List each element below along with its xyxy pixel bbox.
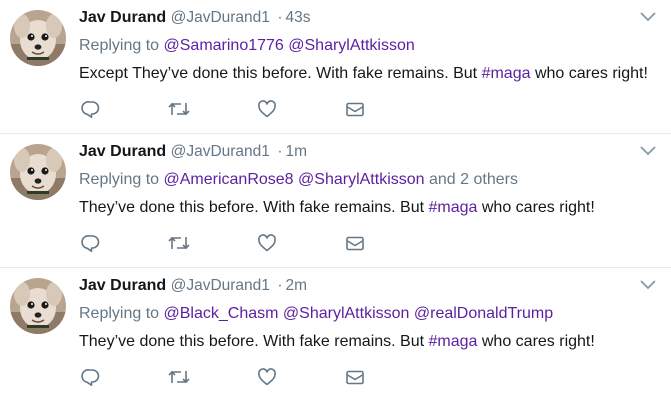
hashtag-link[interactable]: #maga xyxy=(429,333,478,350)
tweet[interactable]: Jav Durand @JavDurand1 · 43s Replying to … xyxy=(0,0,671,134)
retweet-button[interactable] xyxy=(167,97,191,121)
tweet-text-after: who cares right! xyxy=(477,333,595,350)
tweet-text: They’ve done this before. With fake rema… xyxy=(79,196,657,220)
separator: · xyxy=(277,143,283,160)
dog-avatar-icon xyxy=(10,10,66,66)
tweet-header: Jav Durand @JavDurand1 · 43s xyxy=(79,6,657,30)
mention-link[interactable]: @realDonaldTrump xyxy=(414,305,553,322)
hashtag-link[interactable]: #maga xyxy=(482,65,531,82)
like-button[interactable] xyxy=(255,231,279,255)
tweet-text: They’ve done this before. With fake rema… xyxy=(79,330,657,354)
reply-icon xyxy=(81,235,100,252)
heart-icon xyxy=(258,368,276,386)
reply-button[interactable] xyxy=(79,231,103,255)
tweet-actions xyxy=(79,97,399,121)
tweet-actions xyxy=(79,231,399,255)
replying-to: Replying to @AmericanRose8 @SharylAttkis… xyxy=(79,168,657,192)
mention-link[interactable]: @Samarino1776 xyxy=(164,37,284,54)
reply-icon xyxy=(81,369,100,386)
tweet-content: Jav Durand @JavDurand1 · 43s Replying to … xyxy=(79,6,657,118)
retweet-button[interactable] xyxy=(167,231,191,255)
timestamp[interactable]: 43s xyxy=(286,9,311,26)
timeline: Jav Durand @JavDurand1 · 43s Replying to … xyxy=(0,0,671,402)
mention-link[interactable]: @Black_Chasm xyxy=(164,305,279,322)
heart-icon xyxy=(258,100,276,118)
chevron-down-icon[interactable] xyxy=(639,144,657,158)
replying-label: Replying to xyxy=(79,37,160,54)
mention-link[interactable]: @SharylAttkisson xyxy=(298,171,425,188)
timestamp[interactable]: 1m xyxy=(286,143,308,160)
mention-link[interactable]: @SharylAttkisson xyxy=(288,37,415,54)
replying-to: Replying to @Black_Chasm @SharylAttkisso… xyxy=(79,302,657,326)
dog-avatar-icon xyxy=(10,278,66,334)
tweet-text-after: who cares right! xyxy=(530,65,648,82)
envelope-icon xyxy=(346,102,364,117)
avatar[interactable] xyxy=(10,10,66,66)
tweet-text-after: who cares right! xyxy=(477,199,595,216)
timestamp[interactable]: 2m xyxy=(286,277,308,294)
chevron-down-icon[interactable] xyxy=(639,278,657,292)
tweet-actions xyxy=(79,365,399,389)
avatar[interactable] xyxy=(10,278,66,334)
retweet-icon xyxy=(168,236,190,250)
separator: · xyxy=(277,9,283,26)
retweet-button[interactable] xyxy=(167,365,191,389)
avatar[interactable] xyxy=(10,144,66,200)
envelope-icon xyxy=(346,370,364,385)
tweet-text-before: They’ve done this before. With fake rema… xyxy=(79,199,429,216)
tweet-header: Jav Durand @JavDurand1 · 1m xyxy=(79,140,657,164)
envelope-icon xyxy=(346,236,364,251)
mention-link[interactable]: @AmericanRose8 xyxy=(164,171,294,188)
tweet-content: Jav Durand @JavDurand1 · 2m Replying to @… xyxy=(79,274,657,386)
like-button[interactable] xyxy=(255,365,279,389)
replying-label: Replying to xyxy=(79,171,160,188)
like-button[interactable] xyxy=(255,97,279,121)
reply-button[interactable] xyxy=(79,97,103,121)
separator: · xyxy=(277,277,283,294)
tweet-content: Jav Durand @JavDurand1 · 1m Replying to @… xyxy=(79,140,657,252)
hashtag-link[interactable]: #maga xyxy=(429,199,478,216)
tweet-text-before: They’ve done this before. With fake rema… xyxy=(79,333,429,350)
author-name[interactable]: Jav Durand xyxy=(79,9,166,26)
direct-message-button[interactable] xyxy=(343,231,367,255)
others-link[interactable]: and 2 others xyxy=(429,171,518,188)
author-handle[interactable]: @JavDurand1 xyxy=(171,9,270,26)
author-name[interactable]: Jav Durand xyxy=(79,277,166,294)
replying-to: Replying to @Samarino1776 @SharylAttkiss… xyxy=(79,34,657,58)
dog-avatar-icon xyxy=(10,144,66,200)
author-handle[interactable]: @JavDurand1 xyxy=(171,143,270,160)
chevron-down-icon[interactable] xyxy=(639,10,657,24)
retweet-icon xyxy=(168,370,190,384)
tweet-text-before: Except They’ve done this before. With fa… xyxy=(79,65,482,82)
heart-icon xyxy=(258,234,276,252)
reply-icon xyxy=(81,101,100,118)
tweet[interactable]: Jav Durand @JavDurand1 · 2m Replying to @… xyxy=(0,268,671,402)
author-name[interactable]: Jav Durand xyxy=(79,143,166,160)
replying-label: Replying to xyxy=(79,305,160,322)
tweet-header: Jav Durand @JavDurand1 · 2m xyxy=(79,274,657,298)
tweet-text: Except They’ve done this before. With fa… xyxy=(79,62,657,86)
retweet-icon xyxy=(168,102,190,116)
tweet[interactable]: Jav Durand @JavDurand1 · 1m Replying to @… xyxy=(0,134,671,268)
author-handle[interactable]: @JavDurand1 xyxy=(171,277,270,294)
reply-button[interactable] xyxy=(79,365,103,389)
direct-message-button[interactable] xyxy=(343,365,367,389)
mention-link[interactable]: @SharylAttkisson xyxy=(283,305,410,322)
direct-message-button[interactable] xyxy=(343,97,367,121)
